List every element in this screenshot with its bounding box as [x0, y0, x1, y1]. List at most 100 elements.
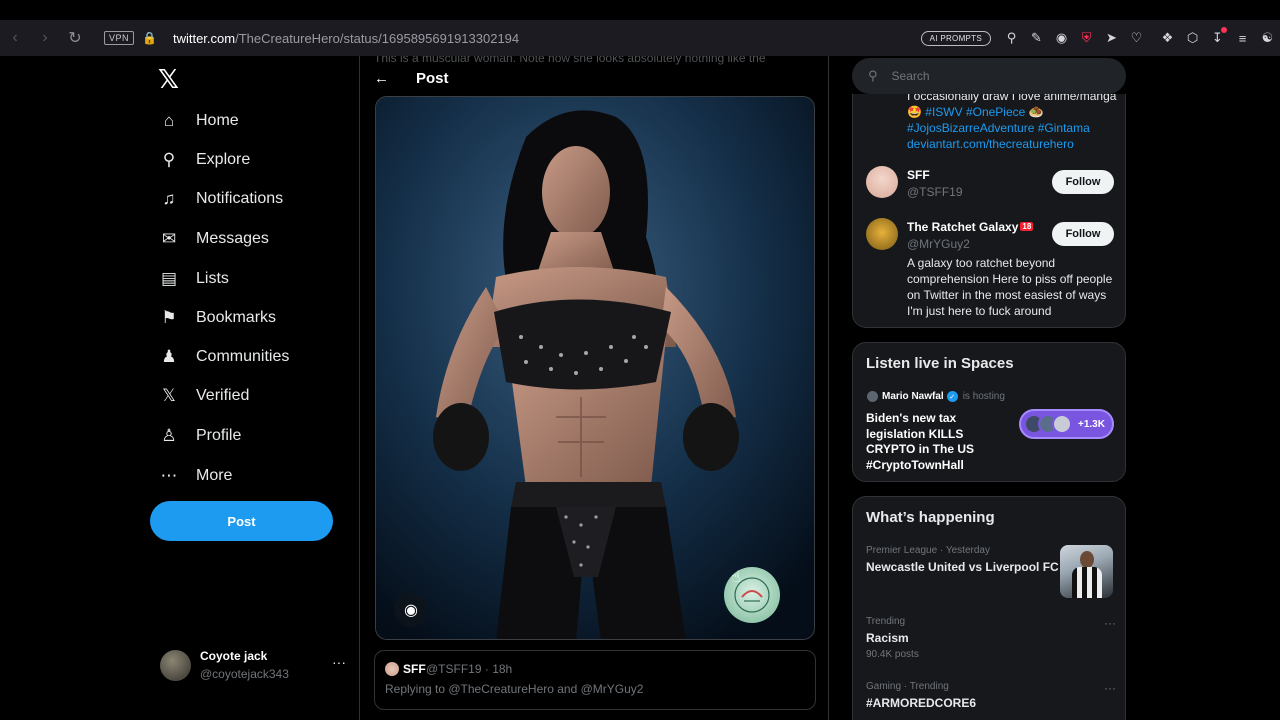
host-name: Mario Nawfal [882, 391, 944, 402]
forward-icon[interactable]: › [30, 23, 60, 53]
bookmark-icon: ⚑ [161, 308, 177, 327]
reply-author-name[interactable]: SFF [403, 662, 426, 676]
x-logo-icon[interactable]: 𝕏 [158, 64, 179, 95]
account-switcher[interactable]: Coyote jack @coyotejack343 ··· [160, 648, 350, 688]
whats-happening-panel: What’s happening Premier League · Yester… [852, 496, 1126, 720]
search-icon: ⚲ [162, 150, 176, 169]
list-icon: ▤ [160, 269, 178, 288]
host-status: is hosting [962, 391, 1005, 402]
right-sidebar: I occasionally draw I love anime/manga 🤩… [852, 56, 1126, 720]
x-logo-icon: 𝕏 [162, 386, 176, 405]
nav-verified[interactable]: 𝕏 Verified [158, 379, 249, 413]
edit-icon[interactable]: ✎ [1024, 23, 1049, 53]
suggestion-handle: @TSFF19 [907, 185, 963, 199]
trend-meta: Gaming · Trending [866, 681, 949, 692]
bio-link[interactable]: deviantart.com/thecreaturehero [907, 136, 1121, 152]
address-bar[interactable]: twitter.com/TheCreatureHero/status/16958… [173, 31, 519, 46]
trend-meta: Trending [866, 616, 906, 627]
reply-author-meta: @TSFF19 · 18h [426, 662, 513, 676]
url-path: /TheCreatureHero/status/1695895691913302… [235, 30, 520, 46]
envelope-icon: ✉ [161, 229, 177, 248]
menu-icon[interactable]: ≡ [1230, 23, 1255, 53]
trend-item[interactable]: Gaming · Trending #ARMOREDCORE6 ··· [866, 681, 1116, 710]
trend-title: #ARMOREDCORE6 [866, 696, 977, 710]
ai-prompts-button[interactable]: AI PROMPTS [920, 30, 991, 46]
more-icon[interactable]: ··· [332, 654, 346, 670]
post-photo [376, 97, 814, 639]
nav-bookmarks[interactable]: ⚑ Bookmarks [158, 301, 276, 335]
post-button[interactable]: Post [150, 501, 333, 541]
bio-hashtags[interactable]: #JojosBizarreAdventure #Gintama [907, 120, 1121, 136]
cube-icon[interactable]: ⬡ [1180, 23, 1205, 53]
search-placeholder: Search [891, 69, 930, 83]
avatar[interactable] [866, 166, 898, 198]
nav-messages[interactable]: ✉ Messages [158, 222, 269, 256]
cursor-hand-icon: ☝ [731, 569, 741, 586]
avatar[interactable] [866, 218, 898, 250]
nav-explore[interactable]: ⚲ Explore [158, 143, 250, 177]
suggestion-handle: @MrYGuy2 [907, 237, 970, 251]
more-icon[interactable]: ··· [1104, 616, 1116, 630]
post-image[interactable]: ◉ ☝ [375, 96, 815, 640]
suggestion-name[interactable]: The Ratchet Galaxy 18 [907, 220, 1034, 234]
verified-badge-icon: ✓ [946, 391, 958, 402]
download-icon[interactable]: ↧ [1205, 23, 1230, 53]
reply-tweet[interactable]: SFF @TSFF19 · 18h Replying to @TheCreatu… [374, 650, 816, 710]
nav-notifications[interactable]: ♫ Notifications [158, 182, 284, 216]
url-host: twitter.com [172, 30, 236, 46]
nav-profile[interactable]: ♙ Profile [158, 419, 241, 453]
home-icon: ⌂ [163, 111, 175, 130]
trend-item[interactable]: Trending Racism 90.4K posts ··· [866, 616, 1116, 660]
post-header: ← Post [360, 62, 828, 94]
more-icon[interactable]: ··· [1104, 681, 1116, 695]
lock-icon[interactable]: 🔒 [142, 31, 157, 45]
nav-label: Explore [196, 151, 251, 168]
listeners-pill[interactable]: +1.3K [1019, 409, 1114, 439]
nav-label: Lists [196, 270, 229, 287]
nav-label: Communities [196, 348, 290, 365]
nav-communities[interactable]: ♟ Communities [158, 340, 289, 374]
camera-icon[interactable]: ◉ [1049, 23, 1074, 53]
follow-button[interactable]: Follow [1052, 170, 1114, 194]
person-icon: ♙ [161, 426, 177, 445]
nav-home[interactable]: ⌂ Home [158, 104, 239, 138]
nav-label: Bookmarks [196, 309, 277, 326]
back-arrow-icon[interactable]: ← [374, 70, 394, 87]
thumbnail-head [1080, 551, 1094, 568]
nav-more[interactable]: ⋯ More [158, 459, 233, 493]
image-search-icon[interactable]: ◉ [394, 593, 428, 627]
replying-to-text: Replying to @TheCreatureHero and @MrYGuy… [385, 682, 644, 696]
reload-icon[interactable]: ↻ [60, 23, 90, 53]
space-title[interactable]: Biden's new tax legislation KILLS CRYPTO… [866, 411, 1011, 473]
extension-icon[interactable]: ❖ [1155, 23, 1180, 53]
spaces-panel[interactable]: Listen live in Spaces Mario Nawfal ✓ is … [852, 342, 1126, 482]
search-input[interactable]: ⚲ Search [852, 58, 1126, 94]
account-handle: @coyotejack343 [200, 667, 289, 681]
search-icon: ⚲ [868, 68, 878, 83]
trend-thumbnail[interactable] [1060, 545, 1113, 598]
bio-hashtags[interactable]: 🤩 #ISWV #OnePiece 🧆 [907, 104, 1121, 120]
nav-label: Notifications [196, 190, 284, 207]
send-icon[interactable]: ➤ [1099, 23, 1124, 53]
profile-icon[interactable]: ☯ [1255, 23, 1280, 53]
profile-bio: I occasionally draw I love anime/manga 🤩… [907, 94, 1121, 152]
shield-icon[interactable]: ⛨ [1074, 23, 1099, 53]
avatar [1052, 414, 1072, 434]
happening-title: What’s happening [866, 509, 995, 526]
space-host: Mario Nawfal ✓ is hosting [867, 391, 1005, 402]
follow-button[interactable]: Follow [1052, 222, 1114, 246]
left-navigation: 𝕏 ⌂ Home ⚲ Explore ♫ Notifications ✉ Message… [150, 56, 350, 720]
suggestion-name[interactable]: SFF [907, 168, 930, 182]
back-icon[interactable]: ‹ [0, 23, 30, 53]
heart-icon[interactable]: ♡ [1124, 23, 1149, 53]
nav-label: Verified [196, 387, 250, 404]
nav-label: Home [196, 112, 239, 129]
vpn-badge[interactable]: VPN [104, 31, 135, 45]
suggestion-bio: A galaxy too ratchet beyond comprehensio… [907, 256, 1113, 318]
avatar[interactable] [385, 662, 399, 676]
bio-line: I occasionally draw I love anime/manga [907, 94, 1117, 103]
zoom-icon[interactable]: ⚲ [999, 23, 1024, 53]
more-circle-icon: ⋯ [160, 466, 178, 485]
people-icon: ♟ [161, 347, 177, 366]
nav-lists[interactable]: ▤ Lists [158, 262, 229, 296]
